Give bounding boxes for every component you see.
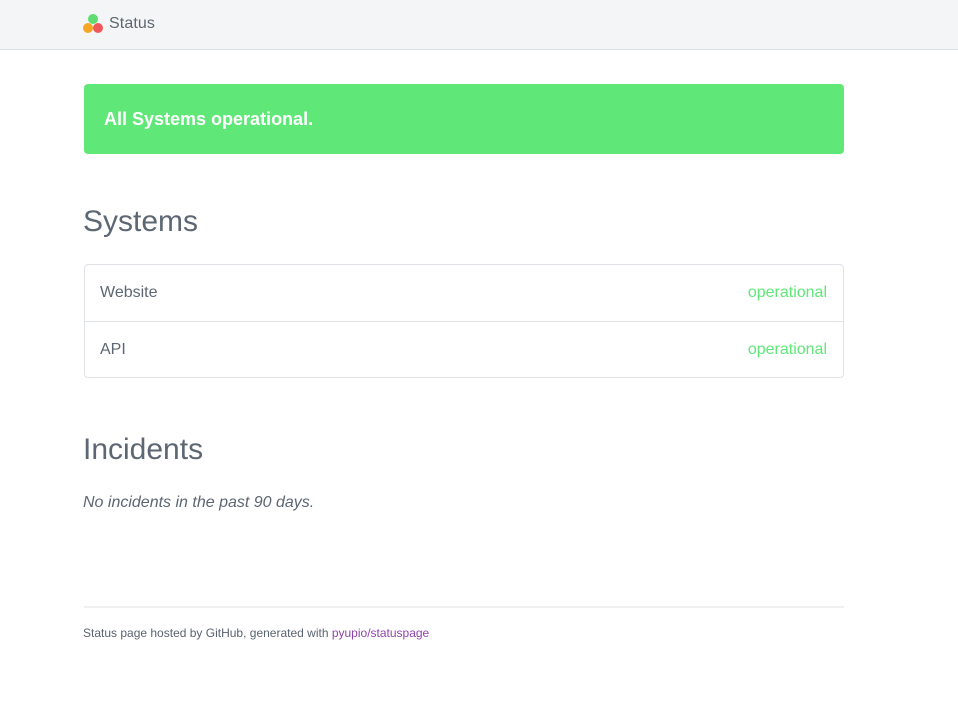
system-status: operational <box>747 284 827 301</box>
incidents-heading: Incidents <box>83 433 204 466</box>
three-dots-logo-icon <box>83 14 105 34</box>
systems-heading: Systems <box>83 205 199 238</box>
no-incidents-message: No incidents in the past 90 days. <box>83 494 315 511</box>
system-row-api: API operational <box>85 321 843 377</box>
footer: Status page hosted by GitHub, generated … <box>83 626 429 640</box>
footer-divider <box>84 606 844 608</box>
logo-dot-left <box>83 23 93 33</box>
top-navbar: Status <box>0 0 958 50</box>
footer-statuspage-link[interactable]: pyupio/statuspage <box>332 626 429 640</box>
brand-label: Status <box>109 15 155 32</box>
system-row-website: Website operational <box>85 265 843 321</box>
footer-text: Status page hosted by GitHub, generated … <box>83 626 332 640</box>
system-name: Website <box>100 284 158 301</box>
status-banner: All Systems operational. <box>84 84 844 154</box>
brand-link[interactable]: Status <box>83 13 155 35</box>
status-banner-text: All Systems operational. <box>104 108 314 129</box>
systems-list: Website operational API operational <box>84 264 844 378</box>
system-status: operational <box>747 340 827 358</box>
system-name: API <box>100 340 126 358</box>
logo-dot-right <box>93 23 103 33</box>
